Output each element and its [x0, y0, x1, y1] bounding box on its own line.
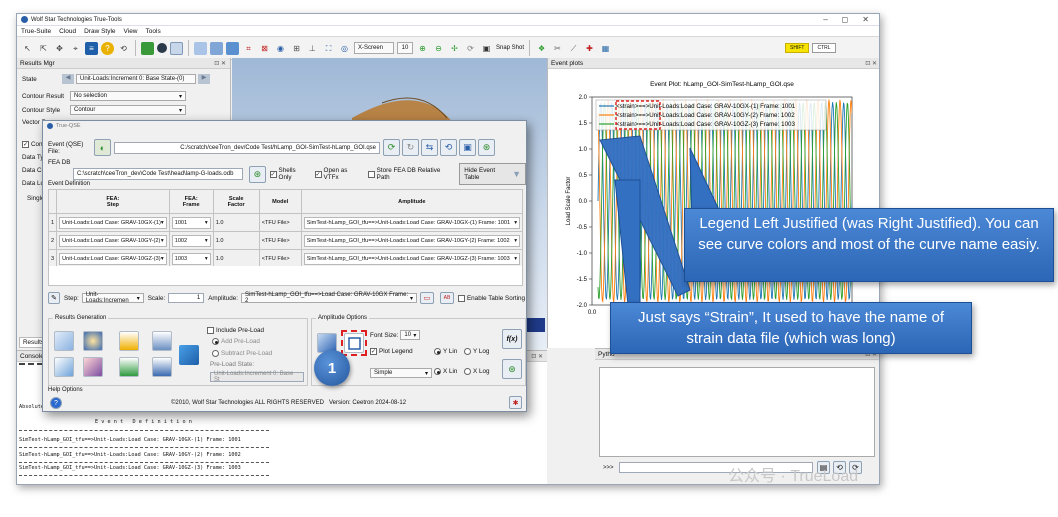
- watermark: 公众号 · TrueLoad: [728, 468, 859, 485]
- legend-callout-text: Legend Left Justified (was Right Justifi…: [698, 215, 1040, 253]
- strain-callout-pointer: [599, 135, 691, 297]
- strain-callout-text: Just says “Strain”, It used to have the …: [638, 309, 944, 347]
- strain-callout: Just says “Strain”, It used to have the …: [610, 302, 972, 354]
- legend-callout: Legend Left Justified (was Right Justifi…: [684, 208, 1054, 282]
- strain-callout-stem: [614, 179, 641, 306]
